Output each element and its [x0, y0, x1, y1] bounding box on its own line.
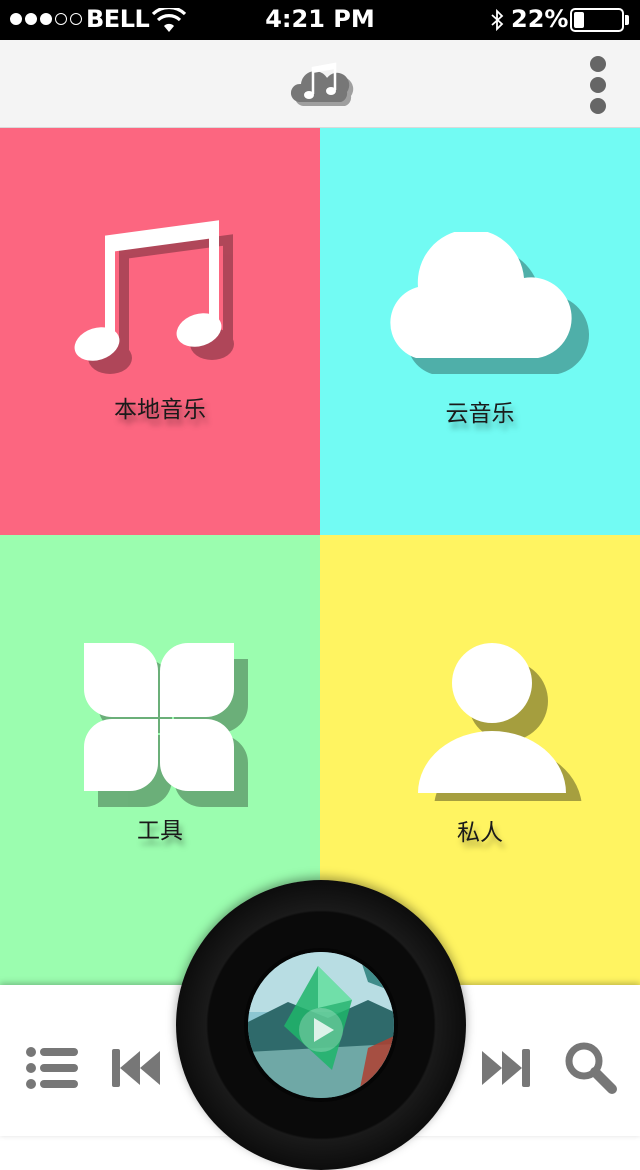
top-navigation-bar — [0, 40, 640, 128]
play-icon[interactable] — [299, 1008, 343, 1052]
tools-petal-icon — [84, 643, 248, 807]
menu-dot — [590, 56, 606, 72]
tile-local-music[interactable]: 本地音乐 — [0, 128, 320, 535]
now-playing-vinyl[interactable] — [176, 880, 466, 1170]
person-icon — [418, 643, 582, 801]
album-art-image — [248, 952, 394, 1098]
tile-label: 本地音乐 — [114, 397, 206, 423]
more-options-button[interactable] — [584, 56, 612, 114]
tile-label: 工具 — [137, 818, 183, 844]
cloud-icon — [390, 232, 590, 374]
battery-cap — [625, 15, 629, 25]
tile-label: 云音乐 — [445, 401, 515, 427]
skip-previous-icon[interactable] — [112, 1049, 162, 1087]
search-icon[interactable] — [564, 1041, 618, 1095]
menu-dot — [590, 98, 606, 114]
battery-percent: 22% — [511, 5, 569, 33]
menu-dot — [590, 77, 606, 93]
music-cloud-icon — [290, 62, 354, 106]
skip-next-icon[interactable] — [480, 1049, 530, 1087]
playlist-icon[interactable] — [26, 1047, 78, 1089]
battery-level-fill — [574, 12, 584, 28]
battery-icon — [570, 8, 624, 32]
tile-cloud-music[interactable]: 云音乐 — [320, 128, 640, 535]
bluetooth-icon — [491, 8, 504, 32]
tile-label: 私人 — [457, 820, 503, 846]
album-art — [244, 948, 398, 1102]
music-note-icon — [74, 220, 234, 374]
status-bar: BELL 4:21 PM 22% — [0, 0, 640, 40]
